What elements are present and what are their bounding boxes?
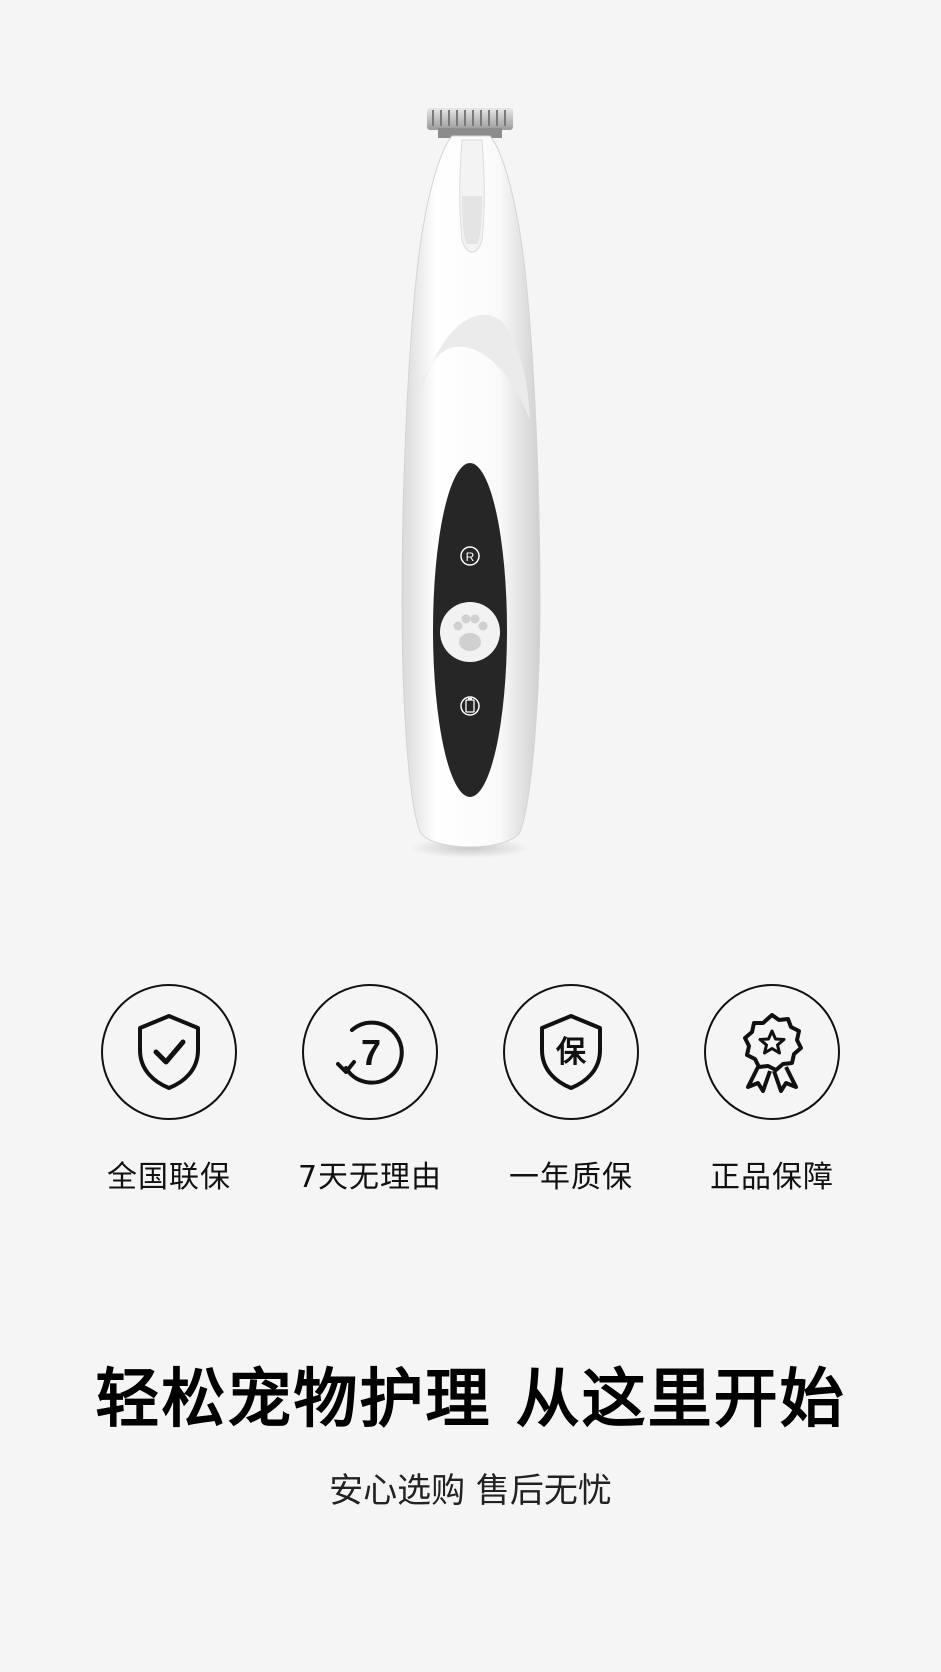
feature-label: 7天无理由	[297, 1160, 443, 1195]
feature-seven-day-return: 7 7天无理由	[270, 984, 470, 1196]
blade-head	[427, 108, 513, 138]
shield-bao-icon: 保	[540, 1014, 602, 1090]
feature-icon-ring: 保	[503, 984, 639, 1120]
product-image: R	[0, 0, 941, 900]
bao-badge: 保	[556, 1035, 587, 1070]
feature-one-year-warranty: 保 一年质保	[471, 984, 671, 1196]
seven-badge: 7	[361, 1032, 381, 1073]
feature-icon-ring	[101, 984, 237, 1120]
seven-day-return-icon: 7	[336, 1020, 404, 1085]
feature-label: 全国联保	[107, 1160, 231, 1195]
award-star-icon	[743, 1013, 803, 1093]
feature-icon-ring	[704, 984, 840, 1120]
feature-label: 正品保障	[710, 1160, 834, 1195]
service-features: 全国联保 7 7天无理由 保 一年质保 正品保障	[0, 984, 941, 1204]
feature-label: 一年质保	[509, 1160, 633, 1195]
feature-genuine-guarantee: 正品保障	[672, 984, 872, 1196]
feature-nationwide-warranty: 全国联保	[69, 984, 269, 1196]
headline: 轻松宠物护理 从这里开始	[95, 1363, 846, 1437]
control-panel: R	[433, 463, 507, 797]
feature-icon-ring: 7	[302, 984, 438, 1120]
r-symbol: R	[466, 550, 475, 564]
pet-trimmer-illustration: R	[401, 108, 541, 858]
shield-check-icon	[138, 1014, 200, 1090]
subline: 安心选购 售后无忧	[329, 1471, 612, 1511]
